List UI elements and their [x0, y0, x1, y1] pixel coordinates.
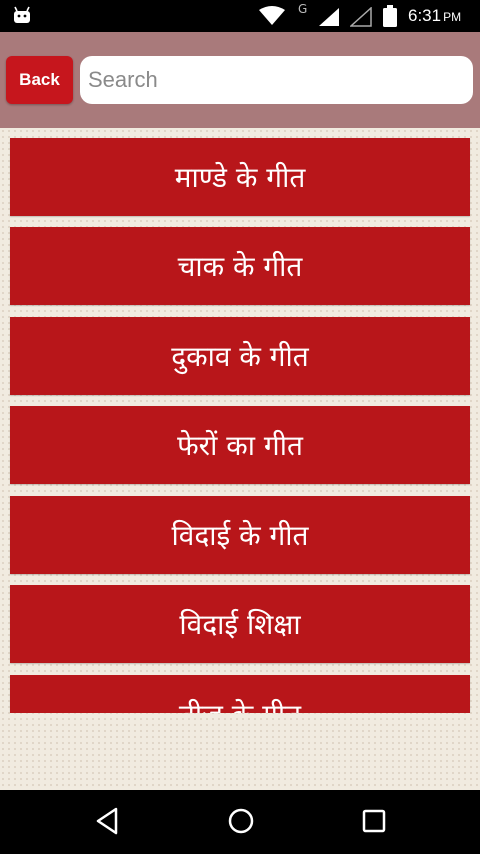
network-type-label: G [298, 2, 308, 16]
time-value: 6:31 [408, 6, 442, 25]
wifi-icon [258, 6, 286, 30]
list-item-label: दुकाव के गीत [171, 340, 309, 373]
list-item-label: विदाई शिक्षा [179, 608, 301, 641]
list-item[interactable]: चाक के गीत [10, 227, 470, 305]
list-item-label: माण्डे के गीत [174, 161, 306, 194]
list-item-label: विदाई के गीत [171, 519, 309, 552]
list-item[interactable]: दुकाव के गीत [10, 317, 470, 395]
list-item[interactable]: फेरों का गीत [10, 406, 470, 484]
content-area: माण्डे के गीत चाक के गीत दुकाव के गीत फे… [0, 128, 480, 790]
list-item[interactable]: माण्डे के गीत [10, 138, 470, 216]
back-button[interactable]: Back [6, 56, 73, 104]
list-item-label: तीज के गीत [179, 695, 301, 713]
android-icon [12, 6, 32, 28]
header-bar: Back [0, 32, 480, 128]
list-item-label: फेरों का गीत [177, 429, 303, 462]
search-input[interactable] [80, 56, 473, 104]
list-item[interactable]: विदाई के गीत [10, 496, 470, 574]
list-item[interactable]: विदाई शिक्षा [10, 585, 470, 663]
list-item[interactable]: तीज के गीत [10, 675, 470, 713]
recents-nav-icon[interactable] [360, 806, 388, 840]
status-bar: G 6:31 PM [0, 0, 480, 32]
status-time: 6:31 PM [408, 6, 461, 26]
home-nav-icon[interactable] [226, 806, 256, 840]
list-item-label: चाक के गीत [177, 250, 303, 283]
signal-icon [318, 7, 340, 31]
back-nav-icon[interactable] [94, 806, 120, 840]
battery-icon [383, 5, 397, 31]
navigation-bar [0, 790, 480, 854]
song-list: माण्डे के गीत चाक के गीत दुकाव के गीत फे… [0, 128, 480, 713]
time-ampm: PM [443, 10, 462, 24]
signal-secondary-icon [349, 6, 372, 31]
